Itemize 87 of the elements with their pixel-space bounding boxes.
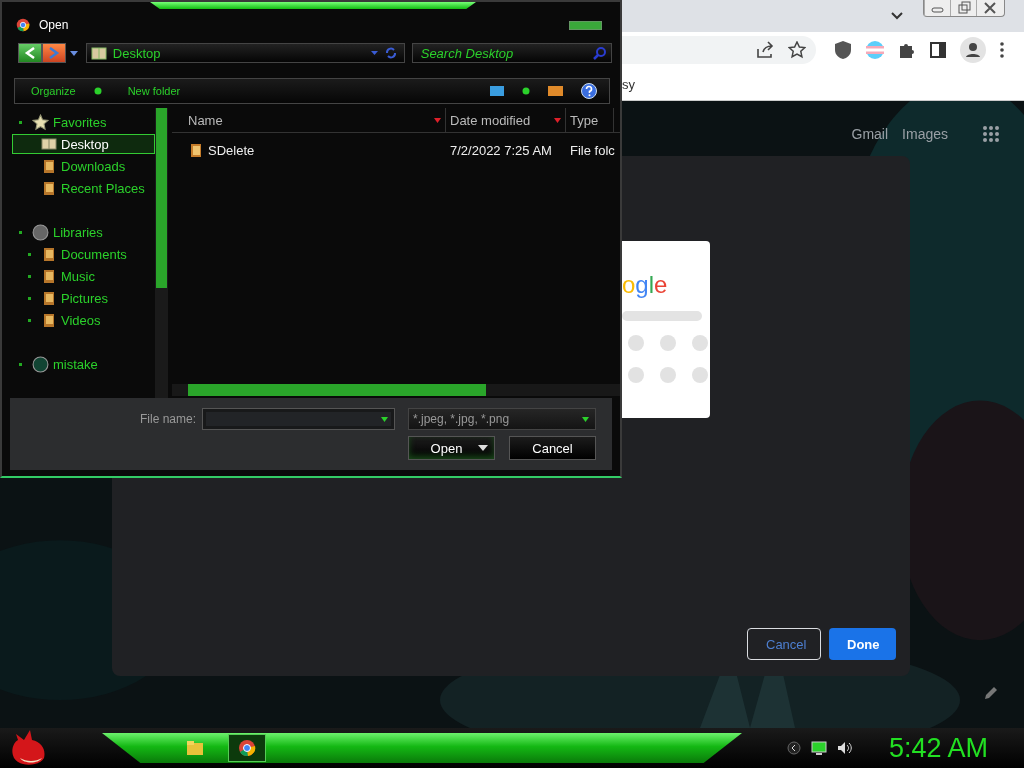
minimize-bar-icon[interactable] (569, 20, 602, 30)
header-link[interactable]: Images (902, 126, 948, 142)
nav-item[interactable]: Documents (12, 244, 155, 264)
show-hidden-icon[interactable] (786, 741, 801, 755)
back-button[interactable] (18, 43, 42, 63)
folder-icon (190, 142, 202, 158)
cancel-button[interactable]: Cancel (509, 436, 596, 460)
vertical-scrollbar[interactable] (155, 108, 168, 398)
profile-icon[interactable] (960, 37, 986, 63)
caret-icon[interactable] (478, 445, 488, 451)
nav-item[interactable]: Libraries (12, 222, 155, 242)
book-icon (41, 136, 57, 152)
folder-icon (41, 268, 57, 284)
clock[interactable]: 5:42 AM (888, 732, 988, 764)
star-icon (32, 113, 49, 131)
date-cell-text: 7/2/2022 7:25 AM (449, 142, 553, 158)
folder-icon (41, 290, 57, 306)
folder-icon (41, 312, 57, 328)
menu-icon[interactable] (999, 41, 1005, 59)
refresh-icon[interactable] (383, 46, 398, 60)
search-icon[interactable] (593, 46, 607, 60)
sort-caret-icon[interactable] (434, 117, 441, 123)
header-link[interactable]: Gmail (851, 126, 889, 142)
nav-item[interactable]: Videos (12, 310, 155, 330)
file-name-cell[interactable]: SDelete (172, 142, 446, 158)
browser-logo-icon (16, 18, 30, 32)
nav-item[interactable]: Pictures (12, 288, 155, 308)
file-name-label: File name: (140, 412, 198, 426)
horizontal-scrollbar[interactable] (172, 384, 620, 396)
nav-item[interactable]: Music (12, 266, 155, 286)
nav-item[interactable]: Desktop (12, 134, 155, 154)
scroll-thumb[interactable] (156, 108, 167, 288)
file-type-dropdown[interactable]: *.jpeg, *.jpg, *.png (408, 408, 596, 430)
shortcut-dot-icon (628, 367, 644, 383)
search-field[interactable]: Search Desktop (411, 43, 612, 63)
address-field[interactable]: Desktop (85, 43, 405, 63)
cancel-button[interactable]: Cancel (747, 628, 821, 660)
shortcut-dot-icon (660, 335, 676, 351)
toolbar-button[interactable]: Organize (31, 85, 76, 97)
folder-icon (41, 180, 57, 196)
address-bar[interactable] (620, 36, 816, 64)
file-name-field[interactable] (202, 408, 395, 430)
shield-icon[interactable] (834, 40, 852, 60)
dot-icon[interactable] (522, 87, 530, 95)
scroll-thumb[interactable] (188, 384, 486, 396)
shortcut-dot-icon (692, 335, 708, 351)
disc-icon (32, 355, 49, 373)
forward-button[interactable] (41, 43, 66, 63)
browser-logo-icon (238, 739, 256, 757)
shortcut-dot-icon (660, 367, 676, 383)
column-header[interactable]: Type (566, 108, 614, 132)
side-panel-icon[interactable] (929, 41, 947, 59)
column-header[interactable]: Name (172, 108, 446, 132)
bookmark-link[interactable]: sy (622, 76, 635, 92)
share-icon[interactable] (756, 41, 774, 59)
caret-icon[interactable] (582, 416, 589, 422)
nav-item[interactable]: Downloads (12, 156, 155, 176)
speaker-icon[interactable] (836, 741, 853, 755)
chevron-icon[interactable] (891, 12, 903, 20)
pencil-icon[interactable] (984, 686, 998, 700)
open-button[interactable]: Open (408, 436, 495, 460)
dropdown-dot-icon[interactable] (93, 87, 102, 95)
apps-grid-icon[interactable] (982, 125, 1000, 143)
monitor-icon[interactable] (810, 741, 827, 755)
window-title: Open (39, 18, 69, 32)
disc-icon (32, 223, 49, 241)
done-button[interactable]: Done (829, 628, 896, 660)
star-icon[interactable] (788, 41, 806, 59)
shortcut-dot-icon (692, 367, 708, 383)
help-icon[interactable] (581, 83, 597, 99)
book-icon (90, 46, 107, 60)
folder-icon (41, 158, 57, 174)
toolbar-button[interactable]: New folder (127, 85, 181, 97)
folder-icon (186, 740, 204, 756)
sort-caret-icon[interactable] (554, 117, 561, 123)
caret-icon[interactable] (381, 416, 388, 422)
browser-task-button[interactable] (228, 734, 266, 762)
nav-item[interactable]: mistake (12, 354, 155, 374)
nav-item[interactable]: Favorites (12, 112, 155, 132)
shortcut-dot-icon (628, 335, 644, 351)
caret-icon[interactable] (69, 50, 78, 56)
folder-icon (41, 246, 57, 262)
nav-item[interactable]: Recent Places (12, 178, 155, 198)
puzzle-icon[interactable] (898, 41, 916, 59)
logo-text: ogle (622, 271, 668, 299)
type-cell-text: File folc (569, 142, 614, 158)
column-header[interactable]: Date modified (446, 108, 566, 132)
